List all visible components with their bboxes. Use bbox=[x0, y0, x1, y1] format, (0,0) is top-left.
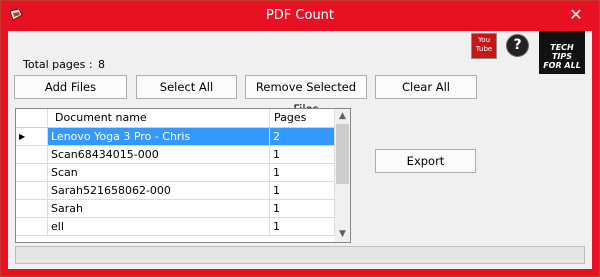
current-row-icon: ▶ bbox=[19, 132, 26, 141]
total-pages-value: 8 bbox=[98, 58, 105, 71]
help-icon: ? bbox=[513, 37, 522, 53]
grid-body: Document name Pages count ▶ Lenovo Yoga 3… bbox=[16, 109, 335, 242]
cell-pages-count[interactable]: 1 bbox=[270, 182, 335, 200]
row-header[interactable] bbox=[16, 200, 48, 218]
scroll-down-icon[interactable]: ▼ bbox=[335, 227, 350, 242]
clear-all-button[interactable]: Clear All bbox=[375, 75, 477, 99]
youtube-button[interactable]: You Tube bbox=[471, 33, 497, 59]
table-row[interactable]: Sarah521658062-000 1 bbox=[16, 182, 335, 200]
cell-document-name[interactable]: Scan bbox=[48, 164, 270, 182]
row-header[interactable] bbox=[16, 146, 48, 164]
progress-bar bbox=[15, 246, 585, 264]
cell-document-name[interactable]: ell bbox=[48, 218, 270, 236]
table-row[interactable]: ell 1 bbox=[16, 218, 335, 236]
scroll-up-icon[interactable]: ▲ bbox=[335, 109, 350, 124]
cell-pages-count[interactable]: 1 bbox=[270, 146, 335, 164]
app-window: PDF Count ✕ Total pages : 8 You Tube ? T… bbox=[0, 0, 600, 277]
export-button[interactable]: Export bbox=[375, 149, 476, 173]
table-row[interactable]: Sarah 1 bbox=[16, 200, 335, 218]
help-button[interactable]: ? bbox=[506, 34, 529, 57]
main-panel: Total pages : 8 You Tube ? TECH TIPS FOR… bbox=[8, 31, 592, 269]
scroll-thumb[interactable] bbox=[336, 124, 349, 184]
cell-pages-count[interactable]: 2 bbox=[270, 128, 335, 146]
row-header[interactable] bbox=[16, 218, 48, 236]
cell-pages-count[interactable]: 1 bbox=[270, 164, 335, 182]
add-files-button[interactable]: Add Files bbox=[14, 75, 127, 99]
table-row[interactable]: Scan 1 bbox=[16, 164, 335, 182]
cell-document-name[interactable]: Scan68434015-000 bbox=[48, 146, 270, 164]
row-header[interactable] bbox=[16, 164, 48, 182]
window-title: PDF Count bbox=[265, 8, 335, 23]
vertical-scrollbar[interactable]: ▲ ▼ bbox=[335, 109, 350, 242]
cell-document-name[interactable]: Sarah521658062-000 bbox=[48, 182, 270, 200]
column-pages-count[interactable]: Pages count bbox=[270, 109, 335, 142]
title-bar[interactable]: PDF Count ✕ bbox=[1, 1, 599, 31]
tech-tips-logo[interactable]: TECH TIPS FOR ALL bbox=[539, 31, 585, 74]
cell-pages-count[interactable]: 1 bbox=[270, 200, 335, 218]
table-row[interactable]: Scan68434015-000 1 bbox=[16, 146, 335, 164]
column-document-name[interactable]: Document name bbox=[48, 109, 270, 127]
cell-document-name[interactable]: Lenovo Yoga 3 Pro - Chris bbox=[48, 128, 270, 146]
select-all-button[interactable]: Select All bbox=[136, 75, 237, 99]
row-header-corner bbox=[16, 109, 48, 127]
close-button[interactable]: ✕ bbox=[553, 1, 599, 31]
table-row[interactable]: ▶ Lenovo Yoga 3 Pro - Chris 2 bbox=[16, 128, 335, 146]
youtube-icon: You Tube bbox=[475, 36, 493, 53]
cell-document-name[interactable]: Sarah bbox=[48, 200, 270, 218]
row-header[interactable]: ▶ bbox=[16, 128, 48, 146]
row-header[interactable] bbox=[16, 182, 48, 200]
remove-selected-button[interactable]: Remove Selected Files bbox=[245, 75, 367, 116]
cell-pages-count[interactable]: 1 bbox=[270, 218, 335, 236]
grid-header: Document name Pages count bbox=[16, 109, 335, 142]
total-pages-label: Total pages : bbox=[23, 58, 93, 71]
close-icon: ✕ bbox=[569, 5, 583, 24]
documents-grid[interactable]: Document name Pages count ▶ Lenovo Yoga 3… bbox=[15, 108, 351, 243]
